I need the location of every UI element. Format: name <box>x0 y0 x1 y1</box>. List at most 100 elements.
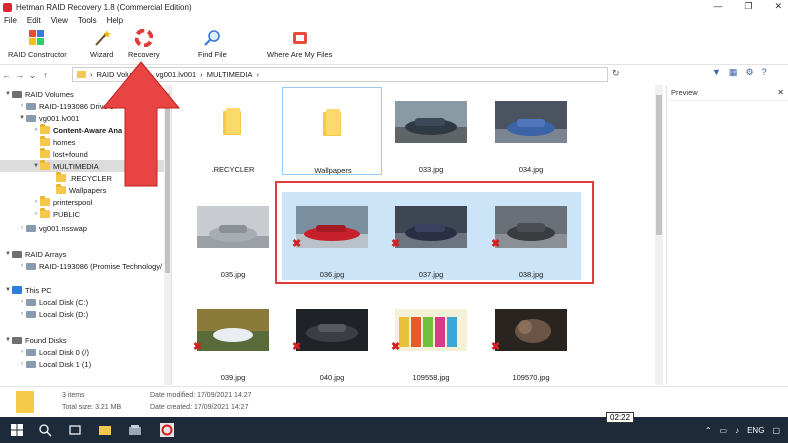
chevron-right-icon: › <box>90 70 93 79</box>
file-tile[interactable]: Wallpapers <box>282 87 382 175</box>
chevron-right-icon: › <box>200 70 203 79</box>
tree-item-found-disks[interactable]: ▼ Found Disks <box>4 334 67 346</box>
up-arrow-icon[interactable]: ↑ <box>39 70 52 80</box>
tree-item-drive[interactable]: › RAID-1193086 Drive 0 <box>18 100 114 112</box>
tree-item-disk-d[interactable]: › Local Disk (D:) <box>18 308 88 320</box>
tree-item-disk-c[interactable]: › Local Disk (C:) <box>18 296 88 308</box>
file-tile[interactable]: ✖ 109570.jpg <box>481 295 581 383</box>
selection-highlight-box <box>275 181 594 284</box>
help-icon[interactable]: ? <box>762 67 767 78</box>
computer-icon <box>12 286 22 294</box>
disk-icon <box>26 102 36 110</box>
deleted-mark-icon: ✖ <box>391 341 401 353</box>
folder-icon <box>40 124 50 134</box>
tree-item-homes[interactable]: homes <box>32 136 76 148</box>
disk-icon <box>26 114 36 122</box>
tree-item-nsswap[interactable]: › vg001.nsswap <box>18 222 87 234</box>
find-file-label: Find File <box>198 50 227 59</box>
deleted-mark-icon: ✖ <box>193 341 203 353</box>
file-name: 109570.jpg <box>512 373 550 382</box>
file-tile[interactable]: 033.jpg <box>381 87 481 175</box>
file-name: 035.jpg <box>220 270 246 279</box>
file-tile[interactable]: ✖ 039.jpg <box>183 295 283 383</box>
tree-item-found-0[interactable]: › Local Disk 0 (/) <box>18 346 89 358</box>
file-explorer-icon[interactable] <box>98 423 112 437</box>
settings-icon[interactable]: ⚙ <box>745 67 753 78</box>
clock[interactable]: 02:22 <box>606 412 635 423</box>
notification-icon[interactable]: ▢ <box>772 426 780 435</box>
menu-help[interactable]: Help <box>107 16 123 25</box>
where-are-my-files-button[interactable]: Where Are My Files <box>267 29 332 59</box>
volume-icon[interactable]: ♪ <box>735 426 739 435</box>
menu-tools[interactable]: Tools <box>78 16 97 25</box>
file-tile[interactable]: ✖ 109558.jpg <box>381 295 481 383</box>
title-bar: Hetman RAID Recovery 1.8 (Commercial Edi… <box>0 0 788 14</box>
filter-icon[interactable]: ▼ <box>712 67 721 78</box>
status-date-created: Date created: 17/09/2021 14:27 <box>150 404 249 411</box>
file-tile[interactable]: ✖ 040.jpg <box>282 295 382 383</box>
menu-view[interactable]: View <box>51 16 68 25</box>
back-arrow-icon[interactable]: ← <box>0 70 13 80</box>
file-tile[interactable]: .RECYCLER <box>183 87 283 175</box>
refresh-icon[interactable]: ↻ <box>612 68 620 79</box>
tree-item-raid-arrays[interactable]: ▼ RAID Arrays <box>4 248 66 260</box>
disk-icon <box>26 348 36 356</box>
folder-icon <box>40 196 50 206</box>
status-item-count: 3 items <box>62 392 85 399</box>
language-indicator[interactable]: ENG <box>747 426 764 435</box>
disk-icon <box>12 336 22 344</box>
puzzle-icon <box>28 29 46 47</box>
tree-item-array[interactable]: › RAID-1193086 (Promise Technology/ <box>18 260 162 272</box>
file-name: Wallpapers <box>314 166 352 175</box>
tree-item-vg001[interactable]: ▼ vg001.lv001 <box>18 112 79 124</box>
breadcrumb-multimedia[interactable]: MULTIMEDIA <box>207 70 253 79</box>
file-tile[interactable]: 034.jpg <box>481 87 581 175</box>
maximize-button[interactable]: ❐ <box>744 1 752 12</box>
content-scrollbar-thumb[interactable] <box>656 95 662 235</box>
recovery-button[interactable]: Recovery <box>128 29 160 59</box>
folder-icon <box>223 108 241 135</box>
wizard-button[interactable]: Wizard <box>90 29 113 59</box>
dropdown-icon[interactable]: ⌄ <box>26 70 39 81</box>
image-thumbnail <box>395 101 467 143</box>
file-name: 034.jpg <box>518 165 544 174</box>
tree-item-public[interactable]: › PUBLIC <box>32 208 80 220</box>
tree-item-raid-volumes[interactable]: ▼ RAID Volumes <box>4 88 74 100</box>
task-view-icon[interactable] <box>68 423 82 437</box>
view-mode-icon[interactable]: ▦ <box>729 67 738 78</box>
image-thumbnail <box>197 309 269 351</box>
forward-arrow-icon[interactable]: → <box>13 70 26 80</box>
magnifier-icon <box>203 29 221 47</box>
menu-bar: File Edit View Tools Help <box>0 14 788 27</box>
deleted-mark-icon: ✖ <box>292 341 302 353</box>
content-scrollbar[interactable] <box>655 85 663 385</box>
network-icon[interactable]: ▭ <box>720 426 728 435</box>
raid-constructor-button[interactable]: RAID Constructor <box>8 29 67 59</box>
close-button[interactable]: ✕ <box>774 1 782 12</box>
file-tile[interactable]: 035.jpg <box>183 192 283 280</box>
minimize-button[interactable]: — <box>713 1 722 12</box>
folder-icon <box>40 136 50 146</box>
preview-pane: Preview ✕ <box>666 85 788 385</box>
system-tray: ⌃ ▭ ♪ ENG ▢ <box>705 417 780 443</box>
recovery-label: Recovery <box>128 50 160 59</box>
tree-item-lost-found[interactable]: lost+found <box>32 148 88 160</box>
folder-icon <box>16 391 34 413</box>
file-name: 109558.jpg <box>412 373 450 382</box>
chevron-up-icon[interactable]: ⌃ <box>705 426 712 435</box>
find-file-button[interactable]: Find File <box>198 29 227 59</box>
search-icon[interactable] <box>38 423 52 437</box>
preview-close-icon[interactable]: ✕ <box>777 88 784 97</box>
disk-icon <box>26 224 36 232</box>
disk-icon <box>26 262 36 270</box>
hetman-taskbar-icon[interactable] <box>160 423 174 437</box>
windows-start-icon[interactable] <box>10 423 24 437</box>
file-name: .RECYCLER <box>211 165 255 174</box>
app-taskbar-icon[interactable] <box>128 423 142 437</box>
tree-item-wallpapers[interactable]: Wallpapers <box>48 184 106 196</box>
menu-file[interactable]: File <box>4 16 17 25</box>
tree-item-this-pc[interactable]: ▼ This PC <box>4 284 52 296</box>
tree-item-printerspool[interactable]: › printerspool <box>32 196 92 208</box>
menu-edit[interactable]: Edit <box>27 16 41 25</box>
tree-item-found-1[interactable]: › Local Disk 1 (1) <box>18 358 91 370</box>
